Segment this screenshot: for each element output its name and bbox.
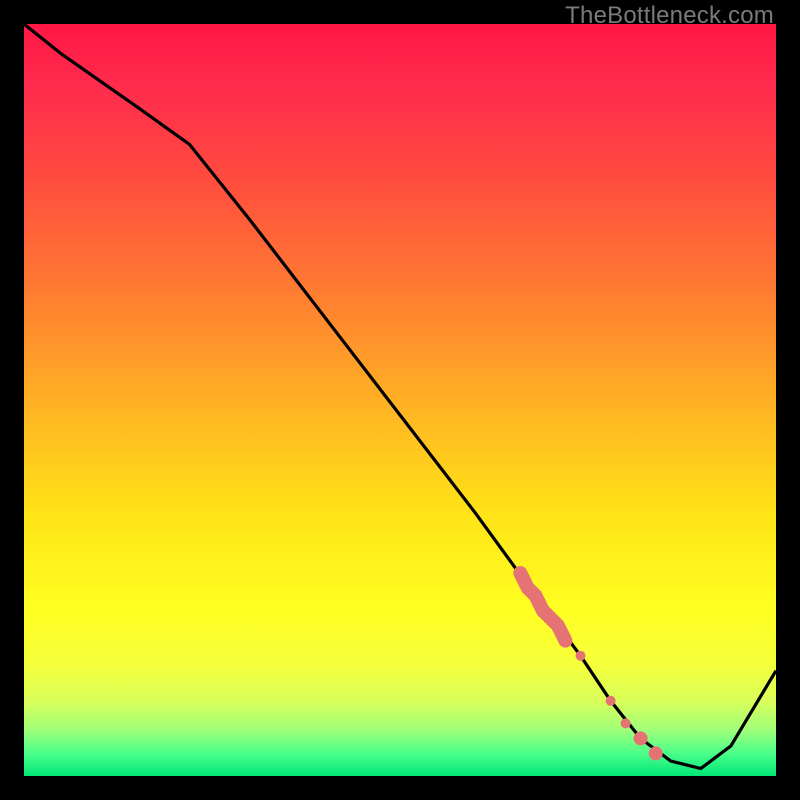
bottleneck-chart xyxy=(24,24,776,776)
chart-frame: TheBottleneck.com xyxy=(0,0,800,800)
marker-dot xyxy=(576,651,586,661)
marker-dense-segment xyxy=(520,573,565,641)
marker-group xyxy=(520,573,662,760)
curve-path xyxy=(24,24,776,769)
marker-dot xyxy=(634,731,648,745)
marker-dot xyxy=(606,696,616,706)
marker-dot xyxy=(621,718,631,728)
marker-dot xyxy=(649,746,663,760)
plot-area xyxy=(24,24,776,776)
